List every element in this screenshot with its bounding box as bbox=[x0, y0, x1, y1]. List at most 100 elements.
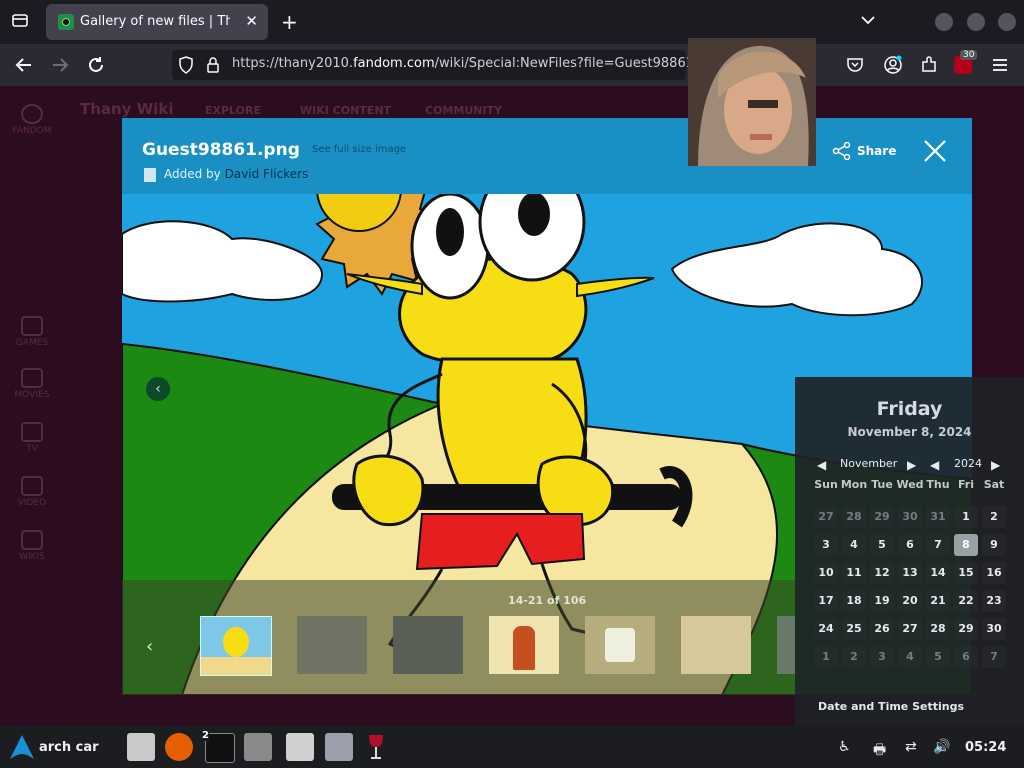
arch-logo-icon[interactable] bbox=[8, 733, 36, 761]
calendar-day[interactable]: 8 bbox=[954, 534, 978, 556]
filmstrip-prev-icon[interactable]: ‹ bbox=[146, 636, 153, 657]
calendar-day[interactable]: 29 bbox=[870, 506, 894, 528]
calendar-day[interactable]: 28 bbox=[926, 618, 950, 640]
calendar-day[interactable]: 4 bbox=[898, 646, 922, 668]
calendar-day[interactable]: 16 bbox=[982, 562, 1006, 584]
back-arrow-icon[interactable] bbox=[14, 55, 34, 79]
calendar-day[interactable]: 2 bbox=[842, 646, 866, 668]
maximize-button[interactable] bbox=[967, 13, 985, 31]
tab-active[interactable]: Gallery of new files | Thany W ✕ bbox=[46, 4, 268, 40]
calendar-day[interactable]: 5 bbox=[870, 534, 894, 556]
accessibility-icon[interactable]: ♿ bbox=[838, 739, 851, 755]
image-viewer-icon[interactable] bbox=[244, 733, 272, 761]
next-year-icon[interactable]: ▶ bbox=[991, 458, 1000, 472]
calendar-day[interactable]: 24 bbox=[814, 618, 838, 640]
thumbnail-3[interactable] bbox=[393, 616, 463, 674]
calendar-day[interactable]: 9 bbox=[982, 534, 1006, 556]
chevron-down-icon[interactable] bbox=[860, 12, 876, 33]
calendar-day[interactable]: 6 bbox=[954, 646, 978, 668]
full-size-link[interactable]: See full size image bbox=[312, 144, 406, 155]
volume-icon[interactable]: 🔊 bbox=[933, 739, 950, 755]
calendar-day[interactable]: 31 bbox=[926, 506, 950, 528]
url-text[interactable]: https://thany2010.fandom.com/wiki/Specia… bbox=[232, 56, 723, 71]
thumbnail-7[interactable] bbox=[777, 616, 795, 674]
new-tab-button[interactable]: + bbox=[281, 10, 298, 34]
nav-item-fandom[interactable]: FANDOM bbox=[8, 104, 56, 136]
window-close-button[interactable] bbox=[998, 13, 1016, 31]
calendar-day[interactable]: 18 bbox=[842, 590, 866, 612]
nav-item-wikis[interactable]: WIKIS bbox=[8, 530, 56, 562]
font-viewer-icon[interactable] bbox=[325, 733, 353, 761]
minimize-button[interactable] bbox=[935, 13, 953, 31]
calendar-day[interactable]: 4 bbox=[842, 534, 866, 556]
calendar-day[interactable]: 15 bbox=[954, 562, 978, 584]
lock-icon[interactable] bbox=[206, 56, 220, 78]
calendar-day[interactable]: 26 bbox=[870, 618, 894, 640]
pocket-icon[interactable] bbox=[846, 56, 864, 78]
calendar-day[interactable]: 30 bbox=[898, 506, 922, 528]
calendar-day[interactable]: 22 bbox=[954, 590, 978, 612]
calendar-day[interactable]: 3 bbox=[814, 534, 838, 556]
calendar-day[interactable]: 5 bbox=[926, 646, 950, 668]
calendar-day[interactable]: 19 bbox=[870, 590, 894, 612]
menu-wiki-content[interactable]: WIKI CONTENT bbox=[300, 104, 391, 117]
calendar-day[interactable]: 7 bbox=[982, 646, 1006, 668]
calendar-day[interactable]: 29 bbox=[954, 618, 978, 640]
calendar-day[interactable]: 27 bbox=[898, 618, 922, 640]
firefox-icon[interactable] bbox=[165, 733, 193, 761]
calendar-day[interactable]: 30 bbox=[982, 618, 1006, 640]
menu-explore[interactable]: EXPLORE bbox=[205, 104, 261, 117]
share-button[interactable]: Share bbox=[857, 144, 896, 158]
calendar-day[interactable]: 28 bbox=[842, 506, 866, 528]
calendar-day[interactable]: 20 bbox=[898, 590, 922, 612]
calendar-day[interactable]: 1 bbox=[954, 506, 978, 528]
wine-glass-icon[interactable] bbox=[366, 733, 386, 761]
shield-icon[interactable] bbox=[178, 56, 194, 78]
account-icon[interactable] bbox=[883, 55, 903, 79]
prev-month-icon[interactable]: ◀ bbox=[817, 458, 826, 472]
storage-icon[interactable] bbox=[286, 733, 314, 761]
next-month-icon[interactable]: ▶ bbox=[907, 458, 916, 472]
share-icon[interactable] bbox=[832, 141, 852, 161]
clock[interactable]: 05:24 bbox=[965, 740, 1006, 755]
calendar-day[interactable]: 11 bbox=[842, 562, 866, 584]
extensions-icon[interactable] bbox=[919, 55, 939, 79]
nav-item-movies[interactable]: MOVIES bbox=[8, 368, 56, 400]
calendar-day[interactable]: 10 bbox=[814, 562, 838, 584]
prev-year-icon[interactable]: ◀ bbox=[930, 458, 939, 472]
reload-icon[interactable] bbox=[86, 55, 106, 79]
previous-image-button[interactable]: ‹ bbox=[146, 377, 170, 401]
date-time-settings-link[interactable]: Date and Time Settings bbox=[818, 700, 964, 713]
nav-item-games[interactable]: GAMES bbox=[8, 316, 56, 348]
terminal-icon[interactable] bbox=[205, 733, 235, 763]
calendar-day[interactable]: 3 bbox=[870, 646, 894, 668]
tab-list-icon[interactable] bbox=[11, 11, 29, 34]
menu-community[interactable]: COMMUNITY bbox=[425, 104, 502, 117]
forward-arrow-icon[interactable] bbox=[50, 55, 70, 79]
calendar-day[interactable]: 17 bbox=[814, 590, 838, 612]
thumbnail-4[interactable] bbox=[489, 616, 559, 674]
network-icon[interactable]: ⇄ bbox=[905, 739, 917, 755]
calendar-day[interactable]: 12 bbox=[870, 562, 894, 584]
calendar-day[interactable]: 27 bbox=[814, 506, 838, 528]
thumbnail-1[interactable] bbox=[200, 616, 272, 676]
start-menu-label[interactable]: arch car bbox=[39, 740, 99, 755]
file-cabinet-icon[interactable] bbox=[127, 733, 155, 761]
calendar-day[interactable]: 23 bbox=[982, 590, 1006, 612]
calendar-day[interactable]: 13 bbox=[898, 562, 922, 584]
wiki-title[interactable]: Thany Wiki bbox=[80, 100, 174, 118]
calendar-day[interactable]: 6 bbox=[898, 534, 922, 556]
thumbnail-6[interactable] bbox=[681, 616, 751, 674]
nav-item-video[interactable]: VIDEO bbox=[8, 476, 56, 508]
calendar-day[interactable]: 25 bbox=[842, 618, 866, 640]
calendar-day[interactable]: 14 bbox=[926, 562, 950, 584]
calendar-day[interactable]: 21 bbox=[926, 590, 950, 612]
nav-item-tv[interactable]: TV bbox=[8, 422, 56, 454]
calendar-day[interactable]: 7 bbox=[926, 534, 950, 556]
lightbox-close-icon[interactable] bbox=[922, 138, 948, 164]
hamburger-menu-icon[interactable] bbox=[991, 56, 1009, 78]
thumbnail-2[interactable] bbox=[297, 616, 367, 674]
uploader-link[interactable]: David Flickers bbox=[225, 167, 309, 181]
thumbnail-5[interactable] bbox=[585, 616, 655, 674]
tab-close-icon[interactable]: ✕ bbox=[245, 12, 258, 30]
